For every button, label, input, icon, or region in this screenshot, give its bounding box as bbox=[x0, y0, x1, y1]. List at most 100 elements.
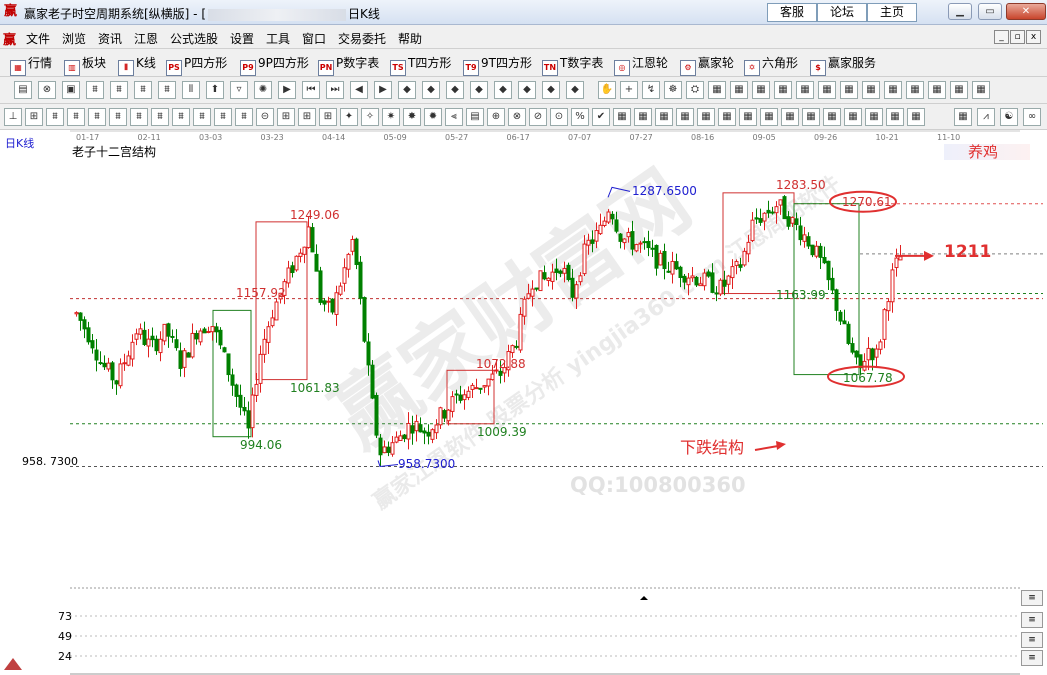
quotes-button[interactable]: ▦ 行情 bbox=[10, 53, 52, 76]
sector-button[interactable]: ▥ 板块 bbox=[64, 53, 106, 76]
menu-window[interactable]: 窗口 bbox=[302, 30, 326, 47]
toolbar2-tool-icon-36[interactable]: ▦ bbox=[862, 81, 880, 99]
toolbar3-tool-icon-17[interactable]: ✧ bbox=[361, 108, 379, 126]
toolbar3-tool-icon-11[interactable]: ⩩ bbox=[235, 108, 253, 126]
toolbar2-tool-icon-20[interactable]: ◆ bbox=[494, 81, 512, 99]
toolbar3-tool-icon-25[interactable]: ⊘ bbox=[529, 108, 547, 126]
menu-news[interactable]: 资讯 bbox=[98, 30, 122, 47]
toolbar2-tool-icon-27[interactable]: ☸ bbox=[664, 81, 682, 99]
toolbar3-tool-icon-38[interactable]: ▦ bbox=[802, 108, 820, 126]
toolbar3-tool-icon-39[interactable]: ▦ bbox=[823, 108, 841, 126]
toolbar3-tool-icon-37[interactable]: ▦ bbox=[781, 108, 799, 126]
toolbar3-tool-icon-42[interactable]: ▦ bbox=[886, 108, 904, 126]
toolbar3-tool-icon-32[interactable]: ▦ bbox=[676, 108, 694, 126]
p-number-table-button[interactable]: PN P数字表 bbox=[318, 53, 379, 76]
9p-square-button[interactable]: P9 9P四方形 bbox=[240, 53, 309, 76]
winner-service-button[interactable]: $ 赢家服务 bbox=[810, 53, 876, 76]
toolbar2-tool-icon-33[interactable]: ▦ bbox=[796, 81, 814, 99]
toolbar3-tool-icon-43[interactable]: ▦ bbox=[907, 108, 925, 126]
toolbar2-tool-icon-12[interactable]: ⏮ bbox=[302, 81, 320, 99]
toolbar2-tool-icon-28[interactable]: ⛭ bbox=[686, 81, 704, 99]
toolbar2-tool-icon-38[interactable]: ▦ bbox=[906, 81, 924, 99]
toolbar2-tool-icon-7[interactable]: ⫴ bbox=[182, 81, 200, 99]
side-panel-button-3[interactable]: ≡ bbox=[1021, 650, 1043, 666]
toolbar3-tool-icon-21[interactable]: ⫷ bbox=[445, 108, 463, 126]
t-square-button[interactable]: TS T四方形 bbox=[390, 53, 451, 76]
toolbar2-tool-icon-32[interactable]: ▦ bbox=[774, 81, 792, 99]
toolbar3-tool-icon-15[interactable]: ⊞ bbox=[319, 108, 337, 126]
toolbar2-tool-icon-24[interactable]: ✋ bbox=[598, 81, 616, 99]
mdi-close-button[interactable]: x bbox=[1026, 30, 1041, 44]
toolbar3-tool-icon-8[interactable]: ⩩ bbox=[172, 108, 190, 126]
toolbar3-tool-icon-20[interactable]: ✹ bbox=[424, 108, 442, 126]
toolbar3-tool-icon-27[interactable]: % bbox=[571, 108, 589, 126]
toolbar3-tool-icon-7[interactable]: ⩩ bbox=[151, 108, 169, 126]
toolbar3-right-icon-2[interactable]: ☯ bbox=[1000, 108, 1018, 126]
hexagon-button[interactable]: ✡ 六角形 bbox=[744, 53, 798, 76]
toolbar3-tool-icon-41[interactable]: ▦ bbox=[865, 108, 883, 126]
toolbar2-tool-icon-13[interactable]: ⏭ bbox=[326, 81, 344, 99]
toolbar3-tool-icon-28[interactable]: ✔ bbox=[592, 108, 610, 126]
toolbar3-tool-icon-16[interactable]: ✦ bbox=[340, 108, 358, 126]
toolbar3-tool-icon-35[interactable]: ▦ bbox=[739, 108, 757, 126]
toolbar2-tool-icon-4[interactable]: ⩩ bbox=[110, 81, 128, 99]
toolbar2-tool-icon-14[interactable]: ◀ bbox=[350, 81, 368, 99]
9t-square-button[interactable]: T9 9T四方形 bbox=[463, 53, 532, 76]
menu-gann[interactable]: 江恩 bbox=[134, 30, 158, 47]
toolbar3-tool-icon-12[interactable]: ⊝ bbox=[256, 108, 274, 126]
toolbar3-right-icon-0[interactable]: ▦ bbox=[954, 108, 972, 126]
toolbar3-tool-icon-9[interactable]: ⩩ bbox=[193, 108, 211, 126]
side-panel-button-2[interactable]: ≡ bbox=[1021, 632, 1043, 648]
toolbar2-tool-icon-10[interactable]: ✺ bbox=[254, 81, 272, 99]
t-number-table-button[interactable]: TN T数字表 bbox=[542, 53, 603, 76]
toolbar3-right-icon-3[interactable]: ∞ bbox=[1023, 108, 1041, 126]
toolbar2-tool-icon-34[interactable]: ▦ bbox=[818, 81, 836, 99]
gann-wheel-button[interactable]: ◎ 江恩轮 bbox=[614, 53, 668, 76]
toolbar2-tool-icon-5[interactable]: ⩩ bbox=[134, 81, 152, 99]
p-square-button[interactable]: PS P四方形 bbox=[166, 53, 227, 76]
toolbar3-tool-icon-4[interactable]: ⩩ bbox=[88, 108, 106, 126]
toolbar3-tool-icon-30[interactable]: ▦ bbox=[634, 108, 652, 126]
mdi-minimize-button[interactable]: _ bbox=[994, 30, 1009, 44]
homepage-link[interactable]: 主页 bbox=[867, 3, 917, 22]
toolbar3-tool-icon-3[interactable]: ⩩ bbox=[67, 108, 85, 126]
toolbar2-tool-icon-6[interactable]: ⩩ bbox=[158, 81, 176, 99]
toolbar3-tool-icon-6[interactable]: ⩩ bbox=[130, 108, 148, 126]
scroll-up-icon[interactable] bbox=[4, 658, 22, 670]
toolbar2-tool-icon-3[interactable]: ⩩ bbox=[86, 81, 104, 99]
minimize-button[interactable]: ▁ bbox=[948, 3, 972, 20]
toolbar2-tool-icon-15[interactable]: ▶ bbox=[374, 81, 392, 99]
toolbar2-tool-icon-19[interactable]: ◆ bbox=[470, 81, 488, 99]
side-panel-button-1[interactable]: ≡ bbox=[1021, 612, 1043, 628]
toolbar2-tool-icon-25[interactable]: + bbox=[620, 81, 638, 99]
toolbar2-tool-icon-21[interactable]: ◆ bbox=[518, 81, 536, 99]
toolbar2-tool-icon-16[interactable]: ◆ bbox=[398, 81, 416, 99]
toolbar2-tool-icon-40[interactable]: ▦ bbox=[950, 81, 968, 99]
toolbar2-tool-icon-23[interactable]: ◆ bbox=[566, 81, 584, 99]
toolbar3-tool-icon-13[interactable]: ⊞ bbox=[277, 108, 295, 126]
menu-trade[interactable]: 交易委托 bbox=[338, 30, 386, 47]
toolbar3-tool-icon-2[interactable]: ⩩ bbox=[46, 108, 64, 126]
toolbar3-tool-icon-40[interactable]: ▦ bbox=[844, 108, 862, 126]
chart-area[interactable]: 赢家财富网 赢家江恩软件 股票分析 yingjia360.com 江恩周期软件 QQ… bbox=[0, 130, 1047, 675]
toolbar3-tool-icon-1[interactable]: ⊞ bbox=[25, 108, 43, 126]
toolbar2-tool-icon-22[interactable]: ◆ bbox=[542, 81, 560, 99]
toolbar3-tool-icon-34[interactable]: ▦ bbox=[718, 108, 736, 126]
toolbar3-tool-icon-0[interactable]: ⊥ bbox=[4, 108, 22, 126]
toolbar2-tool-icon-26[interactable]: ↯ bbox=[642, 81, 660, 99]
toolbar3-tool-icon-26[interactable]: ⊙ bbox=[550, 108, 568, 126]
close-button[interactable]: ✕ bbox=[1006, 3, 1046, 20]
toolbar3-right-icon-1[interactable]: ⩘ bbox=[977, 108, 995, 126]
toolbar3-tool-icon-18[interactable]: ✷ bbox=[382, 108, 400, 126]
winner-wheel-button[interactable]: ⚙ 赢家轮 bbox=[680, 53, 734, 76]
toolbar2-tool-icon-31[interactable]: ▦ bbox=[752, 81, 770, 99]
menu-tools[interactable]: 工具 bbox=[266, 30, 290, 47]
toolbar3-tool-icon-19[interactable]: ✸ bbox=[403, 108, 421, 126]
menu-help[interactable]: 帮助 bbox=[398, 30, 422, 47]
forum-link[interactable]: 论坛 bbox=[817, 3, 867, 22]
toolbar2-tool-icon-29[interactable]: ▦ bbox=[708, 81, 726, 99]
menu-browse[interactable]: 浏览 bbox=[62, 30, 86, 47]
toolbar3-tool-icon-22[interactable]: ▤ bbox=[466, 108, 484, 126]
kline-button[interactable]: ⫴ K线 bbox=[118, 53, 156, 76]
toolbar2-tool-icon-11[interactable]: ▶ bbox=[278, 81, 296, 99]
